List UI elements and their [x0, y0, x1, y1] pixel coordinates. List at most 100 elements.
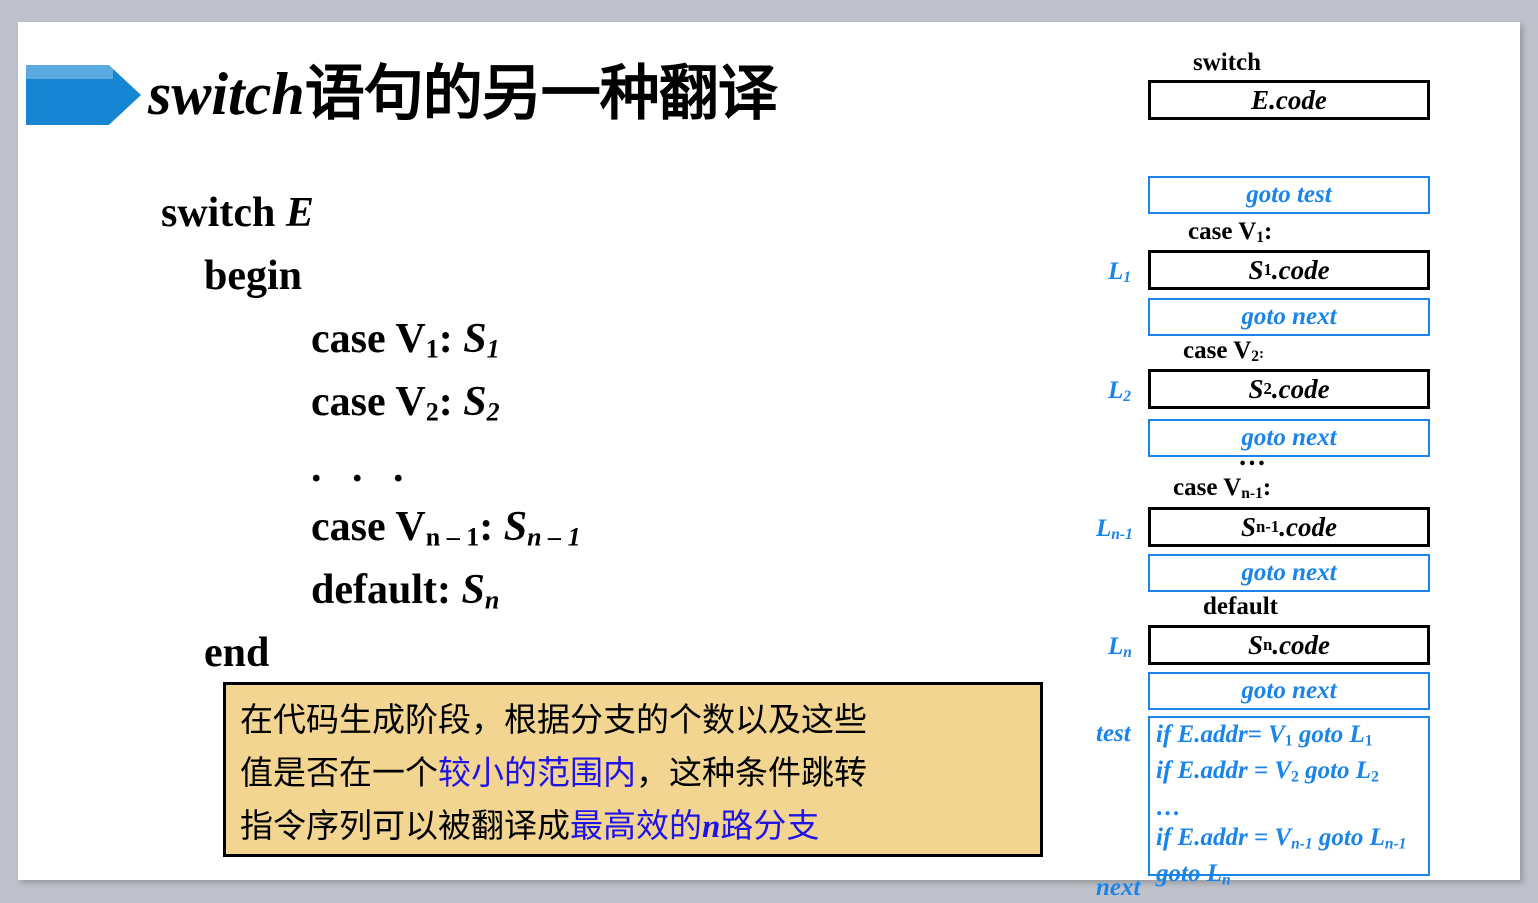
- note-line-3-highlight: 最高效的n路分支: [570, 806, 819, 845]
- note-line-3: 指令序列可以被翻译成最高效的n路分支: [240, 799, 1026, 854]
- diagram-label-L2-sub: 2: [1123, 388, 1132, 406]
- diagram-label-L1: L1: [1108, 258, 1131, 287]
- code-casen-sub: n – 1: [425, 522, 480, 552]
- diagram-label-Ln-sub: n: [1123, 644, 1132, 662]
- note-line-2-a: 值是否在一个: [240, 753, 438, 792]
- code-line-switch: switch E: [161, 192, 314, 234]
- test-line-5-sub: n: [1221, 871, 1231, 889]
- code-default-head: default:: [311, 567, 462, 613]
- note-line-1: 在代码生成阶段，根据分支的个数以及这些: [240, 693, 1026, 746]
- diagram-label-Ln: Ln: [1108, 633, 1132, 662]
- codegen-diagram: switch E.code goto test case V1: L1 S 1 .c…: [1078, 22, 1520, 901]
- code-casen-head: case V: [311, 504, 426, 550]
- diagram-caption-case2-head: case V: [1183, 337, 1252, 364]
- code-line-default: default: Sn: [311, 569, 499, 614]
- slide-canvas: switch语句的另一种翻译 switch E begin case V1: S…: [18, 22, 1520, 901]
- title-banner-arrow-icon: [26, 65, 141, 125]
- test-line-ellipsis: …: [1156, 793, 1181, 821]
- diagram-caption-default: default: [1203, 593, 1278, 620]
- diagram-box-goto-next-2: goto next: [1148, 419, 1430, 457]
- code-line-case-n-1: case Vn – 1: Sn – 1: [311, 506, 581, 551]
- diagram-box-goto-next-1: goto next: [1148, 298, 1430, 336]
- code-case1-stmt-sub: 1: [486, 334, 500, 364]
- diagram-label-Ln-head: L: [1108, 633, 1124, 660]
- test-line-5: goto Ln: [1156, 859, 1428, 895]
- diagram-box-sncode-s: S: [1247, 629, 1263, 660]
- diagram-box-s1code: S 1 .code: [1148, 250, 1430, 290]
- code-case1-colon: :: [438, 316, 464, 362]
- test-line-5-a: goto L: [1156, 860, 1222, 888]
- diagram-box-goto-test: goto test: [1148, 176, 1430, 214]
- note-line-2-c: ，这种条件跳转: [636, 753, 867, 792]
- note-line-2: 值是否在一个较小的范围内，这种条件跳转: [240, 746, 1026, 799]
- diagram-box-sn1code-rest: .code: [1279, 511, 1337, 542]
- code-line-case1: case V1: S1: [311, 318, 500, 363]
- diagram-box-s1code-s: S: [1248, 254, 1264, 285]
- code-casen-colon: :: [479, 504, 504, 550]
- test-line-2: if E.addr = V2 goto L2: [1156, 756, 1428, 792]
- test-line-1-sub: 1: [1284, 732, 1293, 750]
- diagram-box-s2code-sub: 2: [1263, 379, 1272, 398]
- diagram-label-L2: L2: [1108, 377, 1131, 406]
- note-line-3-b3: 路分支: [720, 806, 820, 845]
- code-casen-stmt: S: [503, 504, 528, 550]
- code-line-ellipsis: . . .: [311, 445, 414, 491]
- code-line-end: end: [204, 630, 270, 676]
- code-case1-head: case V: [311, 316, 426, 362]
- diagram-box-sncode-sub: n: [1263, 635, 1273, 654]
- code-line-case2: case V2: S2: [311, 381, 500, 426]
- diagram-box-s1code-sub: 1: [1263, 260, 1272, 279]
- test-line-4: if E.addr = Vn-1 goto Ln-1: [1156, 823, 1428, 859]
- test-line-4-sub: n-1: [1291, 835, 1313, 853]
- code-case1-sub: 1: [425, 334, 439, 364]
- test-line-4-a: if E.addr = V: [1156, 823, 1292, 851]
- diagram-box-s2code-rest: .code: [1271, 373, 1330, 404]
- test-line-1: if E.addr= V1 goto L1: [1156, 720, 1428, 756]
- test-line-1-a: if E.addr= V: [1156, 721, 1285, 748]
- diagram-caption-switch: switch: [1193, 49, 1262, 76]
- diagram-caption-case2-sub: 2: [1251, 348, 1260, 366]
- diagram-caption-case1: case V1:: [1188, 218, 1272, 247]
- diagram-caption-casen1: case Vn-1:: [1173, 474, 1271, 503]
- diagram-label-L2-head: L: [1108, 377, 1124, 404]
- code-default-stmt: S: [461, 567, 485, 613]
- diagram-label-test: test: [1096, 720, 1131, 747]
- diagram-box-s2code: S 2 .code: [1148, 369, 1430, 409]
- diagram-caption-casen1-colon: :: [1262, 474, 1272, 501]
- page-title: switch语句的另一种翻译: [148, 61, 778, 127]
- diagram-box-sn1code: Sn-1 .code: [1148, 507, 1430, 547]
- diagram-box-sncode-rest: .code: [1272, 629, 1331, 660]
- test-line-1-sub2: 1: [1364, 732, 1373, 750]
- diagram-box-goto-next-4: goto next: [1148, 672, 1430, 710]
- code-case2-colon: :: [438, 379, 464, 425]
- test-line-4-b: goto L: [1312, 823, 1385, 851]
- code-casen-stmt-sub: n – 1: [527, 522, 581, 552]
- test-line-2-a: if E.addr = V: [1156, 757, 1292, 785]
- diagram-box-sncode: Sn .code: [1148, 625, 1430, 665]
- diagram-caption-case2-colon: :: [1259, 346, 1265, 362]
- code-kw-begin: begin: [204, 253, 303, 299]
- diagram-caption-case1-colon: :: [1264, 218, 1273, 245]
- code-expr-E: E: [285, 190, 314, 236]
- diagram-label-Ln1-head: L: [1096, 515, 1112, 542]
- diagram-box-s2code-s: S: [1248, 373, 1264, 404]
- code-case2-stmt-sub: 2: [486, 397, 500, 427]
- code-case1-stmt: S: [463, 316, 487, 362]
- diagram-caption-case2: case V2:: [1183, 337, 1264, 366]
- diagram-caption-ellipsis: …: [1238, 441, 1266, 472]
- diagram-label-L1-head: L: [1108, 258, 1124, 285]
- diagram-box-ecode: E.code: [1148, 80, 1430, 120]
- diagram-caption-case1-sub: 1: [1256, 229, 1265, 247]
- note-line-3-a: 指令序列可以被翻译成: [240, 806, 570, 845]
- test-line-2-sub2: 2: [1371, 768, 1379, 786]
- test-line-1-b: goto L: [1292, 721, 1365, 748]
- test-line-2-sub: 2: [1291, 768, 1299, 786]
- diagram-box-sn1code-sub: n-1: [1256, 517, 1280, 536]
- page-title-han: 语句的另一种翻译: [304, 59, 778, 129]
- page-title-latin: switch: [148, 61, 305, 127]
- diagram-box-s1code-rest: .code: [1271, 254, 1330, 285]
- code-case2-stmt: S: [463, 379, 487, 425]
- code-kw-switch: switch: [161, 190, 286, 236]
- note-line-2-highlight: 较小的范围内: [438, 753, 636, 792]
- diagram-label-next: next: [1096, 874, 1141, 901]
